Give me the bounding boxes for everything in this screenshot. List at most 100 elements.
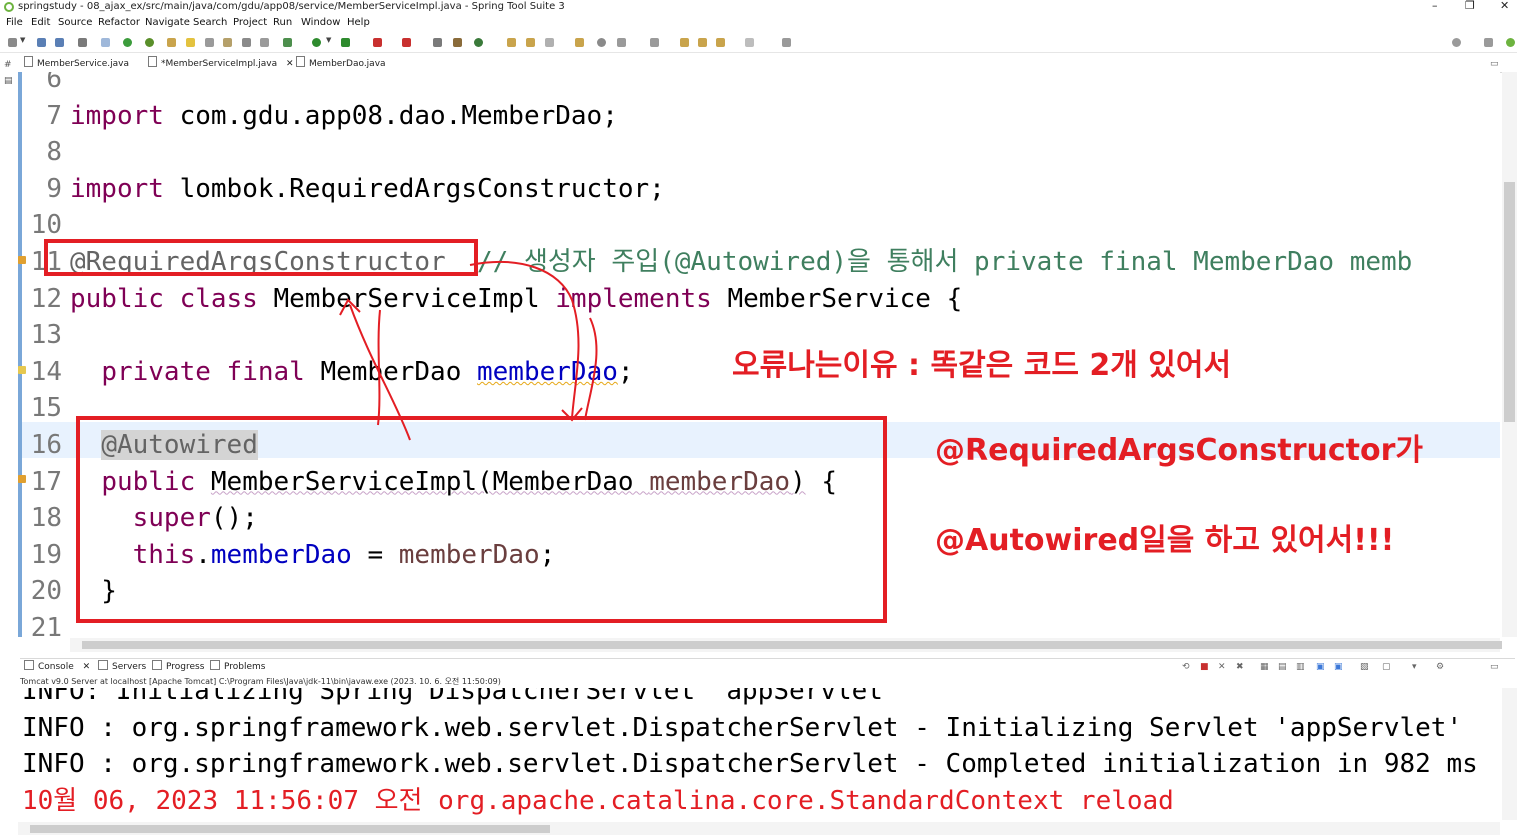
code-token: super (132, 503, 211, 534)
remove-launch-icon[interactable]: ✕ (1218, 659, 1226, 675)
scrollbar-thumb[interactable] (30, 825, 550, 833)
globe-icon[interactable] (597, 38, 606, 47)
tab-memberservice[interactable]: MemberService.java (24, 56, 129, 72)
scroll-lock-icon[interactable]: ▦ (1260, 659, 1269, 675)
terminal-icon[interactable] (78, 38, 87, 47)
minimize-button[interactable]: – (1432, 0, 1438, 12)
menu-navigate[interactable]: Navigate (145, 15, 190, 30)
tab-close-icon[interactable]: ✕ (286, 59, 294, 69)
open-console-icon[interactable]: ▧ (1360, 659, 1369, 675)
code-token: com.gdu.app08.dao.MemberDao; (163, 100, 618, 131)
dropdown-arrow-icon[interactable]: ▼ (20, 36, 25, 44)
paragraph-icon[interactable] (260, 38, 269, 47)
next-annotation-icon[interactable] (617, 38, 626, 47)
java-file-icon (148, 56, 157, 67)
menu-refactor[interactable]: Refactor (98, 15, 140, 30)
coverage-icon[interactable] (341, 38, 350, 47)
refresh-icon[interactable] (145, 38, 154, 47)
tab-console[interactable]: Console ✕ (24, 659, 90, 675)
tab-memberdao[interactable]: MemberDao.java (296, 56, 386, 72)
console-horizontal-scrollbar[interactable] (18, 822, 1500, 835)
scrollbar-thumb[interactable] (82, 641, 1502, 649)
menu-help[interactable]: Help (347, 15, 370, 30)
new-java-icon[interactable] (474, 38, 483, 47)
run-icon[interactable] (312, 38, 321, 47)
line-number: 21 (30, 613, 62, 637)
restore-button[interactable]: ❐ (1465, 0, 1475, 12)
back-icon[interactable] (698, 38, 707, 47)
explanation-note-2: @Autowired일을 하고 있어서!!! (935, 523, 1395, 558)
editor-horizontal-scrollbar[interactable] (70, 638, 1502, 652)
console-view-menu-icon[interactable]: ▾ (1412, 659, 1417, 675)
pin-icon[interactable] (782, 38, 791, 47)
code-text: import lombok.RequiredArgsConstructor; (70, 171, 665, 207)
scrollbar-thumb[interactable] (1504, 182, 1515, 422)
toggle-icon[interactable] (101, 38, 110, 47)
console-vertical-scrollbar[interactable] (1502, 688, 1517, 820)
tab-progress[interactable]: Progress (152, 659, 204, 675)
perspective-icon[interactable] (1484, 38, 1493, 47)
word-wrap-icon[interactable]: ▤ (1278, 659, 1287, 675)
remove-all-icon[interactable]: ✖ (1236, 659, 1244, 675)
external-tools-icon[interactable] (402, 38, 411, 47)
editor-vertical-scrollbar[interactable] (1502, 72, 1517, 637)
tab-servers[interactable]: Servers (98, 659, 146, 675)
grid-icon[interactable] (453, 38, 462, 47)
tab-close-icon[interactable]: ✕ (83, 662, 91, 672)
open-type-icon[interactable] (507, 38, 516, 47)
pin-console-icon[interactable]: ▣ (1316, 659, 1325, 675)
minimize-editor-icon[interactable]: ▭ (1490, 56, 1499, 72)
link-icon[interactable] (205, 38, 214, 47)
menu-window[interactable]: Window (301, 15, 340, 30)
menu-file[interactable]: File (6, 15, 23, 30)
run-dropdown-icon[interactable]: ▼ (326, 36, 331, 44)
prev-annotation-icon[interactable] (650, 38, 659, 47)
save-icon[interactable] (37, 38, 46, 47)
save-all-icon[interactable] (55, 38, 64, 47)
minimized-view-icon[interactable]: ▤ (4, 76, 13, 86)
build-icon[interactable] (167, 38, 176, 47)
server-icon[interactable] (433, 38, 442, 47)
code-token: MemberService { (711, 283, 963, 314)
code-token: memberDao (649, 466, 791, 497)
console-settings-icon[interactable]: ⚙ (1436, 659, 1444, 675)
menu-run[interactable]: Run (273, 15, 292, 30)
code-token: @RequiredArgsConstructor (70, 247, 446, 277)
stop-icon[interactable] (373, 38, 382, 47)
last-edit-icon[interactable] (680, 38, 689, 47)
close-button[interactable]: ✕ (1500, 0, 1509, 12)
console-clear-icon[interactable]: ⟲ (1182, 659, 1190, 675)
search-icon[interactable] (1452, 38, 1461, 47)
forward-icon[interactable] (745, 38, 754, 47)
new-console-icon[interactable]: ▢ (1382, 659, 1391, 675)
pencil-icon[interactable] (545, 38, 554, 47)
minimize-console-icon[interactable]: ▭ (1490, 659, 1499, 675)
code-token: // 생성자 주입(@Autowired)을 통해서 private final… (445, 247, 1413, 277)
annotation-icon[interactable] (223, 38, 232, 47)
show-on-output-icon[interactable]: ▥ (1296, 659, 1305, 675)
code-token: ; (539, 539, 556, 570)
console-output[interactable]: INFO: Initializing Spring DispatcherServ… (18, 688, 1500, 820)
spring-perspective-icon[interactable] (1506, 38, 1515, 47)
search-tool-icon[interactable] (575, 38, 584, 47)
hash-icon[interactable]: # (4, 60, 12, 70)
terminate-icon[interactable]: ■ (1200, 659, 1209, 675)
code-token: import (70, 100, 164, 131)
open-folder-icon[interactable] (526, 38, 535, 47)
display-console-icon[interactable]: ▣ (1334, 659, 1343, 675)
tab-label: *MemberServiceImpl.java (161, 59, 278, 69)
debug-icon[interactable] (283, 38, 292, 47)
highlight-icon[interactable] (186, 38, 195, 47)
menu-source[interactable]: Source (58, 15, 92, 30)
tab-problems[interactable]: Problems (210, 659, 265, 675)
line-number: 8 (46, 137, 62, 168)
menu-search[interactable]: Search (193, 15, 227, 30)
code-token: ; (617, 356, 634, 387)
format-icon[interactable] (242, 38, 251, 47)
spring-boot-icon[interactable] (123, 38, 132, 47)
java-file-icon (296, 56, 305, 67)
menu-edit[interactable]: Edit (31, 15, 50, 30)
back-dropdown-icon[interactable] (716, 38, 725, 47)
new-icon[interactable] (8, 38, 17, 47)
menu-project[interactable]: Project (233, 15, 267, 30)
